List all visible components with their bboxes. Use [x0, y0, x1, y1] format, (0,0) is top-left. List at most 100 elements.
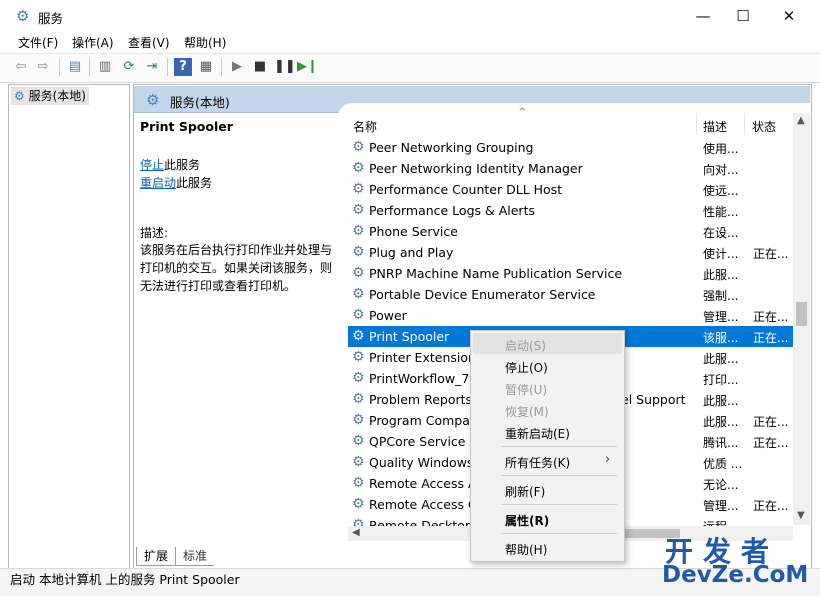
pause-service-icon[interactable]: ❚❚ [274, 58, 296, 76]
service-row[interactable]: ⚙ Performance Logs & Alerts 性能... [348, 200, 793, 221]
context-menu-hover [473, 333, 622, 354]
back-arrow-icon[interactable]: ⇦ [12, 58, 30, 76]
menu-item-properties[interactable]: 属性(R) [505, 512, 549, 529]
service-row[interactable]: ⚙ Power 管理... 正在... [348, 305, 793, 326]
menu-item-restart[interactable]: 重新启动(E) [505, 425, 570, 442]
service-name: QPCore Service [369, 434, 466, 449]
menu-item-start[interactable]: 启动(S) [505, 337, 546, 354]
menu-item-stop[interactable]: 停止(O) [505, 359, 548, 376]
service-description: 此服... [703, 268, 739, 282]
services-gear-icon: ⚙ [16, 7, 30, 25]
services-magnifier-icon: ⚙ [146, 91, 160, 109]
restart-service-icon[interactable]: ▶❙ [297, 58, 318, 76]
service-row[interactable]: ⚙ Peer Networking Grouping 使用... [348, 137, 793, 158]
service-status: 正在... [753, 310, 789, 324]
service-row[interactable]: ⚙ Phone Service 在设... [348, 221, 793, 242]
show-hide-pane-icon[interactable]: ▦ [197, 58, 215, 76]
export-list-icon[interactable]: ⇥ [143, 58, 161, 76]
service-gear-icon: ⚙ [352, 328, 365, 344]
service-description: 该服... [703, 331, 739, 345]
service-gear-icon: ⚙ [352, 286, 365, 302]
toolbar-divider [221, 58, 222, 76]
tab-extended[interactable]: 扩展 [136, 547, 176, 566]
service-description: 使远... [703, 184, 739, 198]
close-button[interactable]: ✕ [766, 0, 812, 32]
scroll-up-arrow-icon[interactable]: ▲ [797, 115, 805, 126]
stop-service-link[interactable]: 停止 [140, 158, 164, 172]
service-name: Remote Access C [369, 497, 477, 512]
restart-service-link[interactable]: 重启动 [140, 176, 176, 190]
service-description: 向对... [703, 163, 739, 177]
service-name: PrintWorkflow_7fa [369, 371, 482, 386]
menu-item-refresh[interactable]: 刷新(F) [505, 483, 545, 500]
properties-icon[interactable]: ▥ [96, 58, 114, 76]
service-row[interactable]: ⚙ PNRP Machine Name Publication Service 此服… [348, 263, 793, 284]
submenu-chevron-icon: › [605, 452, 611, 467]
column-header-description[interactable]: 描述 [703, 118, 727, 135]
service-gear-icon: ⚙ [352, 391, 365, 407]
refresh-icon[interactable]: ⟳ [120, 58, 138, 76]
help-icon[interactable]: ? [174, 58, 192, 76]
services-gear-icon: ⚙ [14, 89, 25, 103]
service-gear-icon: ⚙ [352, 244, 365, 260]
toolbar-divider [59, 58, 60, 76]
menu-action[interactable]: 操作(A) [72, 34, 114, 51]
forward-arrow-icon[interactable]: ⇨ [34, 58, 52, 76]
stop-service-suffix: 此服务 [164, 158, 201, 172]
menu-item-all-tasks[interactable]: 所有任务(K) [505, 454, 570, 471]
menu-item-help[interactable]: 帮助(H) [505, 541, 547, 558]
service-name: Plug and Play [369, 245, 454, 260]
tab-standard[interactable]: 标准 [176, 547, 214, 566]
service-gear-icon: ⚙ [352, 202, 365, 218]
menu-item-resume[interactable]: 恢复(M) [505, 403, 549, 420]
restart-service-line: 重启动此服务 [140, 174, 212, 191]
tree-item-services-local[interactable]: ⚙ 服务(本地) [11, 87, 89, 105]
window-title: 服务 [38, 11, 64, 26]
service-row[interactable]: ⚙ Plug and Play 使计... 正在... [348, 242, 793, 263]
start-service-icon[interactable]: ▶ [228, 58, 246, 76]
service-description: 此服... [703, 394, 739, 408]
service-gear-icon: ⚙ [352, 139, 365, 155]
menu-item-pause[interactable]: 暂停(U) [505, 381, 547, 398]
console-tree-icon[interactable]: ▤ [66, 58, 84, 76]
description-text: 该服务在后台执行打印作业并处理与打印机的交互。如果关闭该服务，则无法进行打印或查… [140, 243, 333, 293]
column-divider [744, 113, 745, 135]
scroll-down-arrow-icon[interactable]: ▼ [797, 510, 805, 521]
service-description: 在设... [703, 226, 739, 240]
vertical-scroll-thumb[interactable] [796, 302, 807, 326]
tab-extended-label: 扩展 [143, 549, 168, 563]
service-name: Quality Windows [369, 455, 474, 470]
menu-help[interactable]: 帮助(H) [184, 34, 226, 51]
menu-separator [501, 446, 617, 447]
service-name: Program Compat [369, 413, 475, 428]
service-name: Portable Device Enumerator Service [369, 287, 596, 302]
menu-separator [501, 533, 617, 534]
service-status: 正在... [753, 436, 789, 450]
menu-view[interactable]: 查看(V) [128, 34, 170, 51]
panel-title: 服务(本地) [170, 95, 230, 110]
service-row[interactable]: ⚙ Peer Networking Identity Manager 向对... [348, 158, 793, 179]
service-row[interactable]: ⚙ Portable Device Enumerator Service 强制... [348, 284, 793, 305]
service-name: Phone Service [369, 224, 458, 239]
service-status: 正在... [753, 415, 789, 429]
menu-file[interactable]: 文件(F) [18, 34, 58, 51]
service-description: 此服... [703, 352, 739, 366]
service-row[interactable]: ⚙ Performance Counter DLL Host 使远... [348, 179, 793, 200]
service-gear-icon: ⚙ [352, 181, 365, 197]
service-gear-icon: ⚙ [352, 160, 365, 176]
restart-service-suffix: 此服务 [176, 176, 213, 190]
stop-service-line: 停止此服务 [140, 156, 200, 173]
tree-item-label: 服务(本地) [28, 89, 86, 103]
scroll-left-arrow-icon[interactable]: ◀ [352, 527, 360, 538]
service-description: 管理... [703, 499, 739, 513]
service-description: 无论... [703, 478, 739, 492]
service-name: Performance Logs & Alerts [369, 203, 535, 218]
service-gear-icon: ⚙ [352, 475, 365, 491]
maximize-button[interactable]: ☐ [720, 0, 766, 32]
column-header-status[interactable]: 状态 [752, 118, 776, 135]
column-header-name[interactable]: 名称 [353, 118, 377, 135]
service-description: 优质 ... [703, 457, 743, 471]
stop-service-icon[interactable]: ■ [251, 58, 269, 76]
service-description: 打印... [703, 373, 739, 387]
service-name: Power [369, 308, 407, 323]
